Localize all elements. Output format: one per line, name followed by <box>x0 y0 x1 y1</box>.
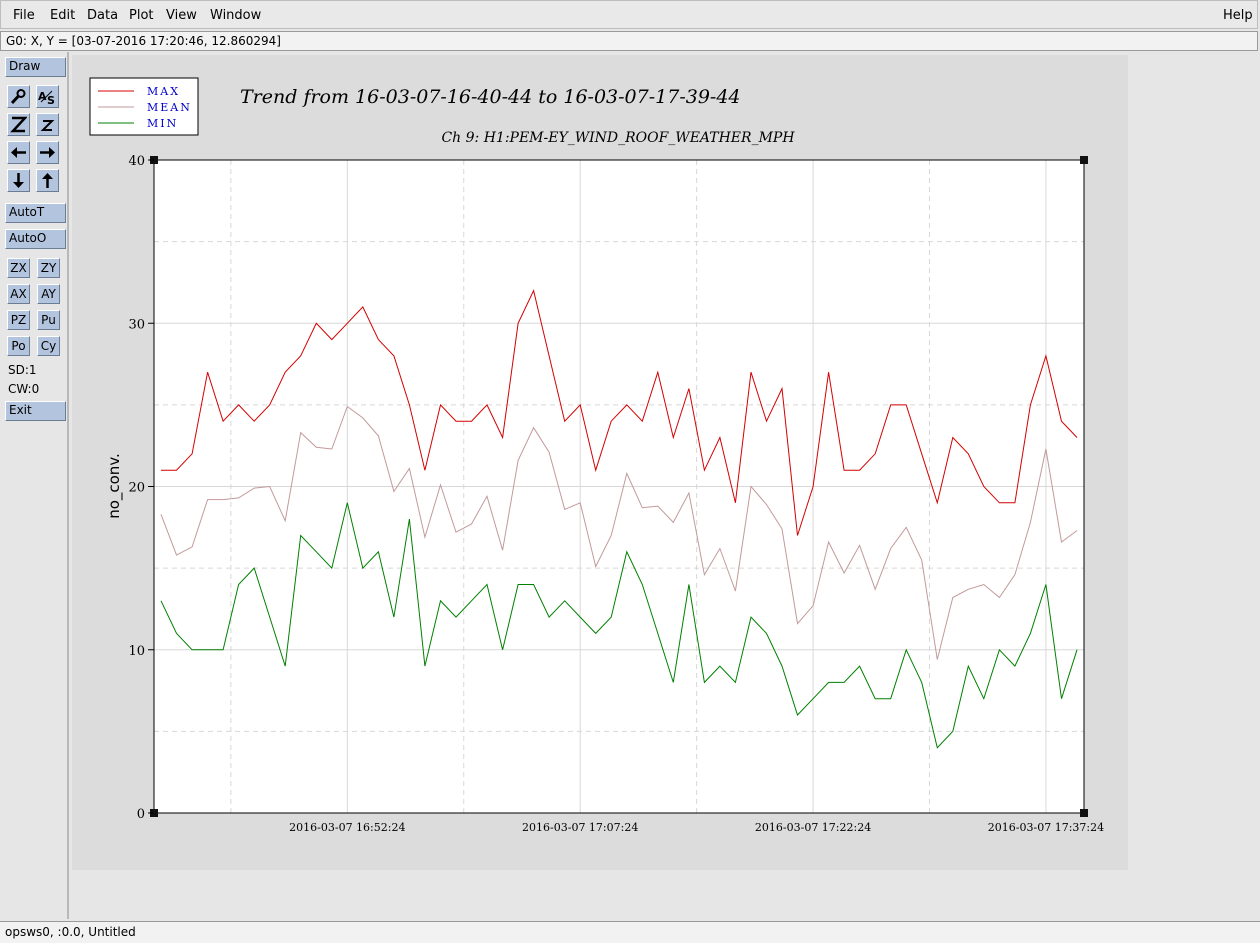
ay-button[interactable]: AY <box>37 284 60 304</box>
pu-button[interactable]: Pu <box>37 310 60 330</box>
draw-button[interactable]: Draw <box>5 57 66 77</box>
autoo-button[interactable]: AutoO <box>5 229 66 249</box>
chart-title: Trend from 16-03-07-16-40-44 to 16-03-07… <box>240 86 741 108</box>
exit-button[interactable]: Exit <box>5 401 66 421</box>
autot-button[interactable]: AutoT <box>5 203 66 223</box>
menu-file[interactable]: File <box>13 8 35 23</box>
zoom-out-icon[interactable] <box>36 113 59 136</box>
cy-button[interactable]: Cy <box>37 336 60 356</box>
x-tick-label: 2016-03-07 17:37:24 <box>988 821 1104 834</box>
x-tick-label: 2016-03-07 16:52:24 <box>289 821 405 834</box>
menu-view[interactable]: View <box>166 8 197 23</box>
y-tick-label: 30 <box>128 317 145 332</box>
legend-label-min: MIN <box>147 117 178 130</box>
menu-data[interactable]: Data <box>87 8 118 23</box>
auto-scale-icon[interactable]: AS <box>36 85 59 108</box>
y-tick-label: 20 <box>128 481 145 496</box>
po-button[interactable]: Po <box>7 336 30 356</box>
x-tick-label: 2016-03-07 17:22:24 <box>755 821 871 834</box>
y-axis-label: no_conv. <box>105 453 124 519</box>
menu-window[interactable]: Window <box>210 8 261 23</box>
menu-bar: File Edit Data Plot View Window Help <box>0 0 1258 29</box>
cw-label: CW:0 <box>8 382 40 396</box>
toolbar: Draw AS AutoT AutoO ZX ZY AX AY PZ Pu Po… <box>0 52 69 919</box>
ax-button[interactable]: AX <box>7 284 30 304</box>
legend-label-max: MAX <box>147 85 180 98</box>
menu-plot[interactable]: Plot <box>129 8 154 23</box>
menu-edit[interactable]: Edit <box>50 8 75 23</box>
menu-help[interactable]: Help <box>1223 8 1253 23</box>
y-tick-label: 10 <box>128 644 145 659</box>
right-arrow-icon[interactable] <box>36 141 59 164</box>
svg-text:S: S <box>47 94 55 105</box>
chart-subtitle: Ch 9: H1:PEM-EY_WIND_ROOF_WEATHER_MPH <box>441 130 795 146</box>
corner-handle <box>1080 156 1088 164</box>
zx-button[interactable]: ZX <box>7 258 30 278</box>
corner-handle <box>1080 809 1088 817</box>
cursor-readout: G0: X, Y = [03-07-2016 17:20:46, 12.8602… <box>0 31 1258 51</box>
x-tick-label: 2016-03-07 17:07:24 <box>522 821 638 834</box>
up-arrow-icon[interactable] <box>36 169 59 192</box>
zoom-in-icon[interactable] <box>7 113 30 136</box>
legend-label-mean: MEAN <box>147 101 192 114</box>
left-arrow-icon[interactable] <box>7 141 30 164</box>
pz-button[interactable]: PZ <box>7 310 30 330</box>
y-tick-label: 0 <box>137 807 145 822</box>
plot-panel: MAX MEAN MIN Trend from 16-03-07-16-40-4… <box>72 55 1128 870</box>
down-arrow-icon[interactable] <box>7 169 30 192</box>
bottom-status-bar: opsws0, :0.0, Untitled <box>0 921 1260 943</box>
zoom-icon[interactable] <box>7 85 30 108</box>
legend: MAX MEAN MIN <box>89 77 199 136</box>
trend-chart[interactable]: MAX MEAN MIN Trend from 16-03-07-16-40-4… <box>72 55 1128 870</box>
sd-label: SD:1 <box>8 363 37 377</box>
zy-button[interactable]: ZY <box>37 258 60 278</box>
y-tick-label: 40 <box>128 154 145 169</box>
